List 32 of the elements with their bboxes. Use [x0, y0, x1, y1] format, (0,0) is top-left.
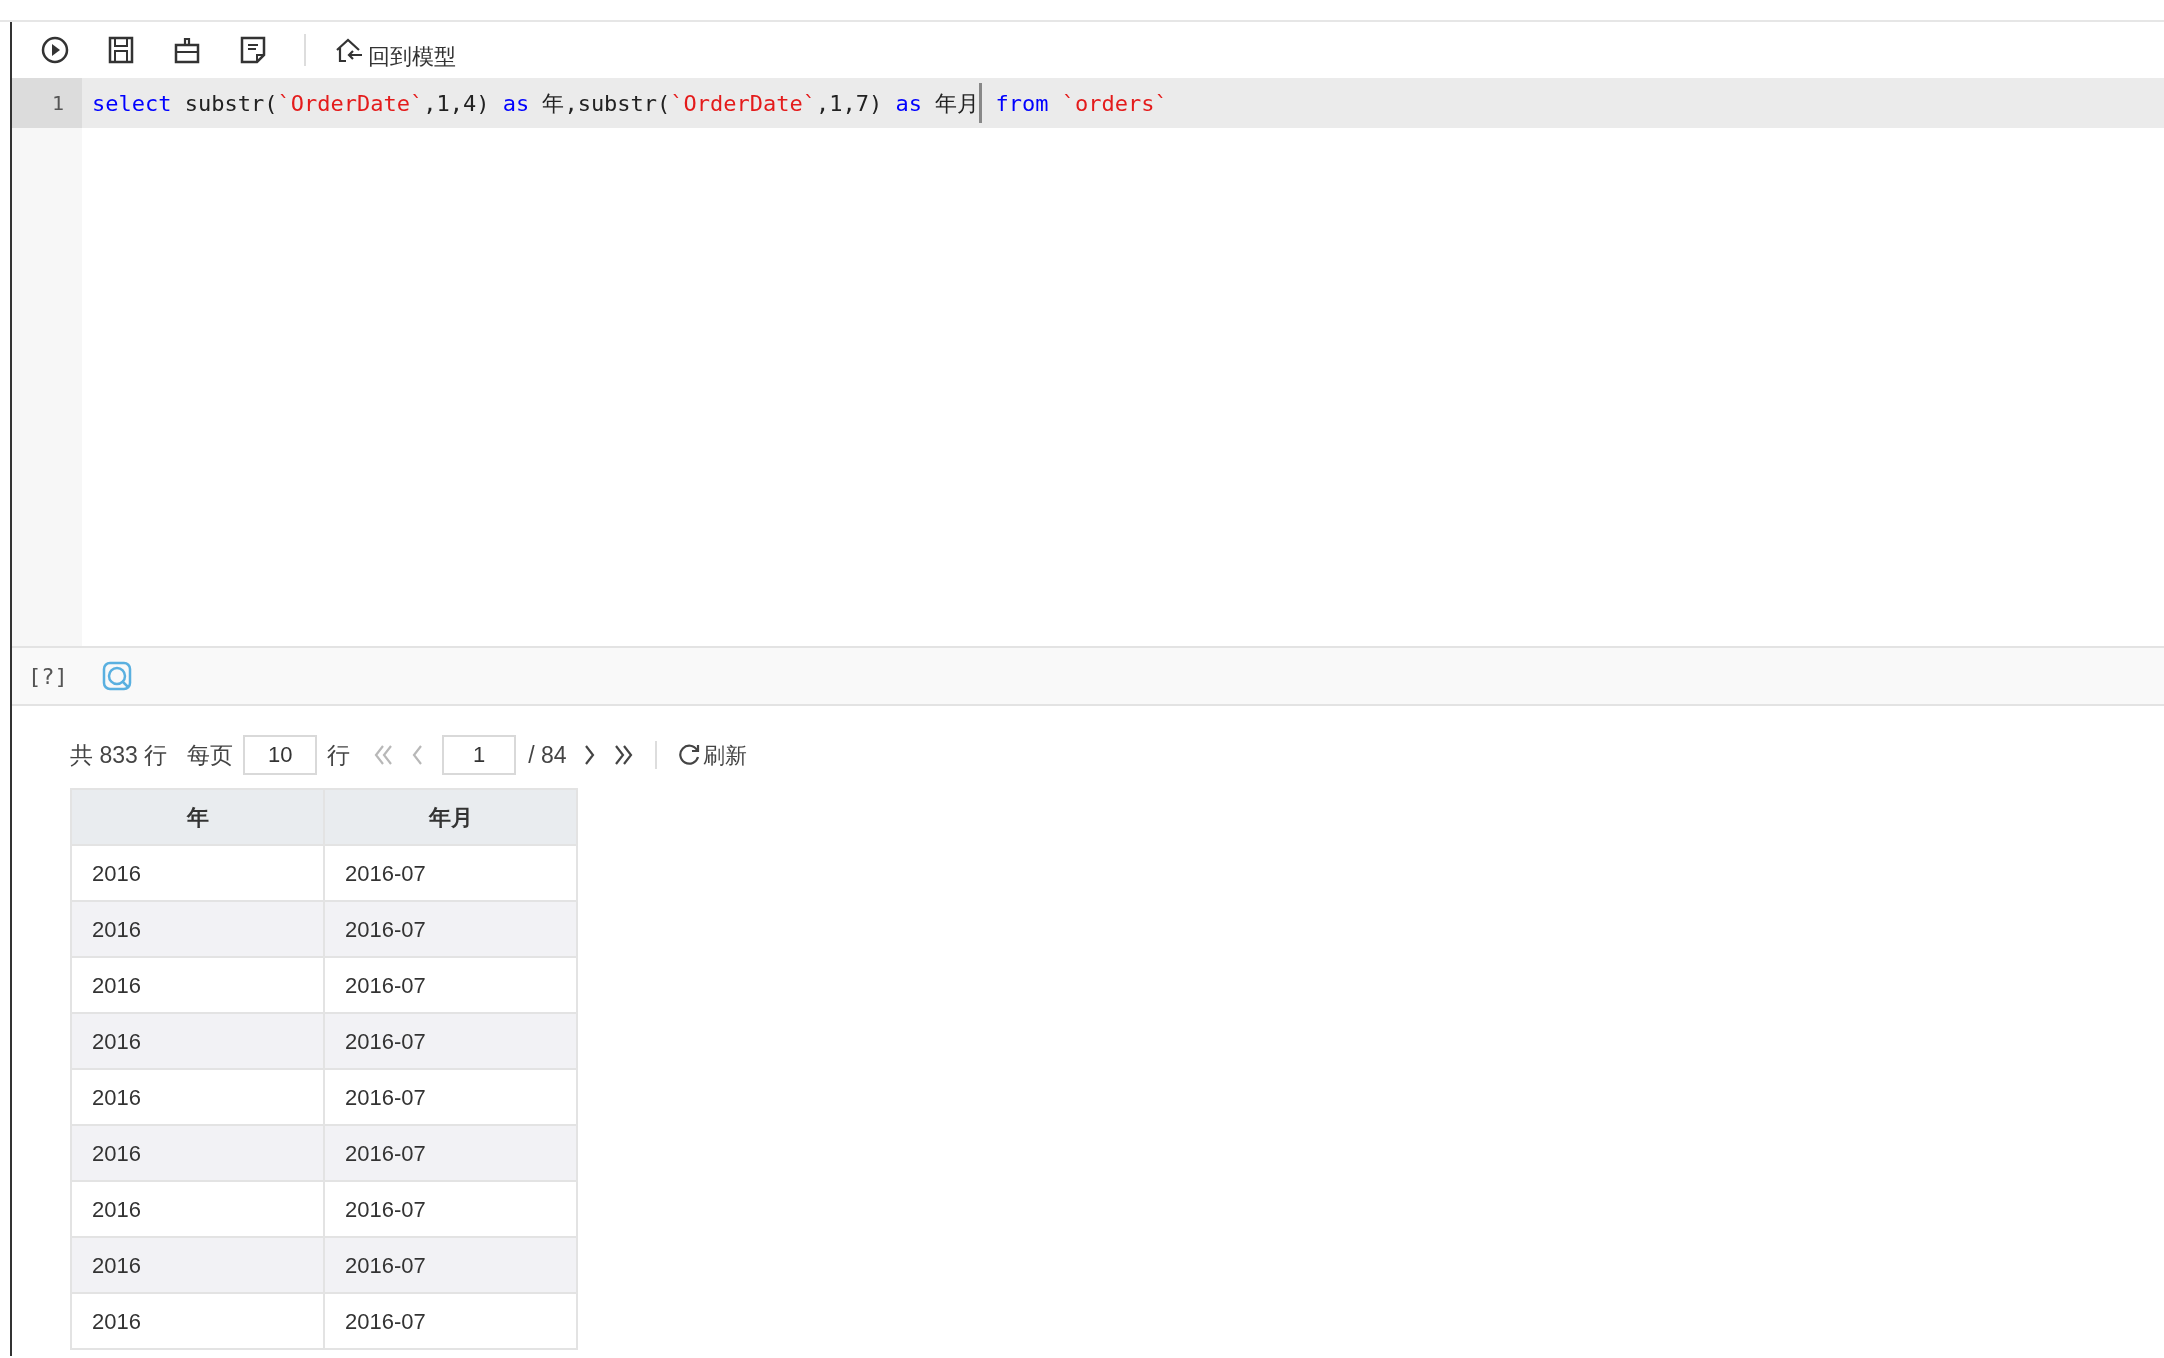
sql-string: `orders` [1060, 89, 1168, 118]
code-text: 年,substr( [541, 89, 671, 118]
save-icon[interactable] [106, 35, 136, 65]
code-text: ,1,7) [816, 89, 884, 118]
home-icon[interactable] [334, 36, 364, 64]
sql-keyword: from [994, 89, 1049, 118]
line-number: 1 [12, 78, 82, 128]
help-link[interactable]: [?] [28, 659, 68, 693]
sql-keyword: as [502, 89, 530, 118]
column-header: 年月 [324, 789, 577, 845]
total-rows-label: 共 833 行 [70, 740, 168, 770]
column-header: 年 [71, 789, 324, 845]
code-text: ,1,4) [423, 89, 491, 118]
page-count-label: / 84 [528, 740, 567, 770]
code-text: substr( [183, 89, 278, 118]
table-cell: 2016 [71, 1293, 324, 1349]
sql-keyword: as [895, 89, 923, 118]
sql-document-icon[interactable] [238, 35, 268, 65]
page-number-field[interactable]: 1 [442, 735, 517, 775]
refresh-button[interactable]: 刷新 [676, 738, 747, 772]
play-icon[interactable] [40, 35, 70, 65]
sql-keyword: select [92, 89, 172, 118]
rows-unit-label: 行 [327, 740, 351, 770]
page-size-field[interactable]: 10 [243, 735, 318, 775]
sql-string: `OrderDate` [670, 89, 817, 118]
sql-string: `OrderDate` [277, 89, 424, 118]
box-icon[interactable] [172, 35, 202, 65]
text-cursor [979, 83, 983, 123]
code-text: 年月 [934, 89, 980, 118]
table-cell: 2016-07 [324, 1293, 577, 1349]
refresh-icon[interactable] [676, 743, 701, 767]
per-page-label: 每页 [187, 740, 234, 770]
